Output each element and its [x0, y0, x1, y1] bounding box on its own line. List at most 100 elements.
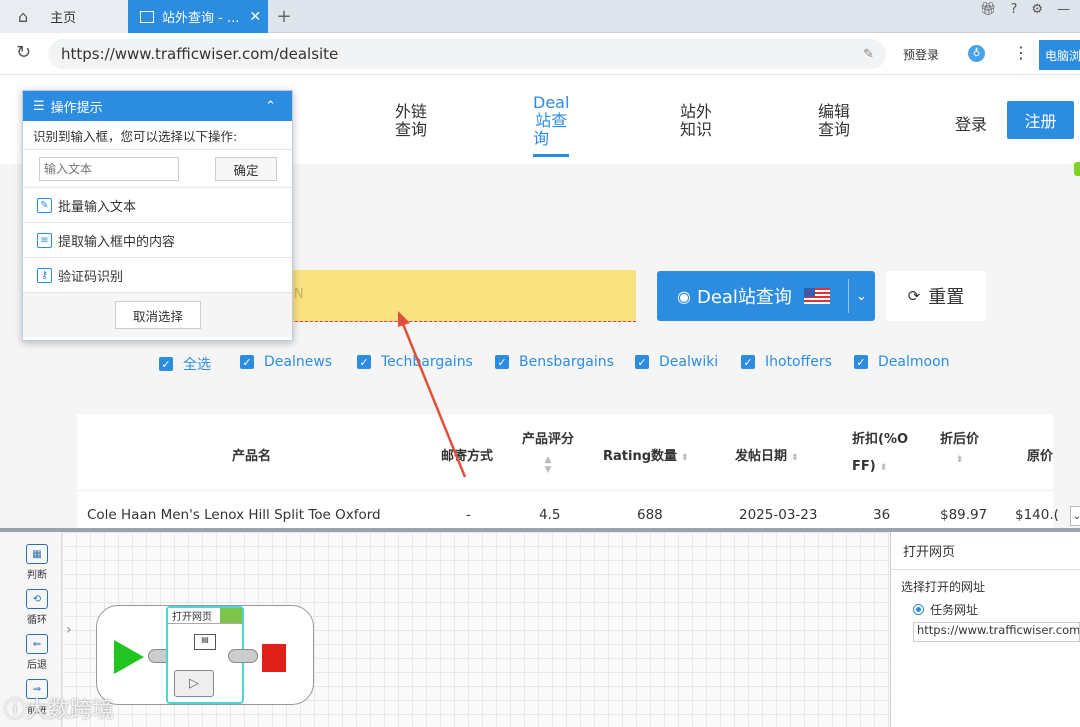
filter-checkbox-dealwiki[interactable]: ✓ Dealwiki — [635, 354, 718, 370]
check-icon: ✓ — [495, 355, 509, 369]
col-product-name[interactable]: 产品名 — [232, 445, 271, 464]
edit-icon: ✎ — [37, 197, 52, 213]
nav-link-offsite-knowledge[interactable]: 站外 知识 — [680, 103, 712, 139]
green-edge-marker — [1074, 162, 1080, 176]
browser-node-icon: ▤ — [194, 634, 216, 650]
reload-icon[interactable]: ↻ — [16, 42, 31, 63]
header-divider — [77, 490, 1053, 491]
deal-search-button[interactable]: ◉ Deal站查询 ⌄ — [657, 271, 875, 321]
tab-home[interactable]: ⌂ 主页 — [0, 0, 128, 33]
props-url-input[interactable]: https://www.trafficwiser.com/de — [913, 622, 1080, 642]
operation-hint-popup: ☰ 操作提示 ⌃ 识别到输入框，您可以选择以下操作: 确定 ✎ 批量输入文本 ≡ 提… — [22, 90, 293, 341]
cell-product-name[interactable]: Cole Haan Men's Lenox Hill Split Toe Oxf… — [87, 507, 381, 523]
start-node[interactable] — [114, 640, 144, 674]
batch-text-input[interactable] — [39, 157, 179, 181]
properties-panel: 打开网页 选择打开的网址 任务网址 https://www.trafficwis… — [890, 532, 1080, 727]
tool-label: 循环 — [27, 615, 47, 626]
filter-label: Ihotoffers — [765, 354, 832, 370]
scroll-down-icon[interactable]: ⌄ — [1070, 506, 1080, 526]
popup-action-extract-content[interactable]: ≡ 提取输入框中的内容 — [23, 222, 292, 257]
more-menu-icon[interactable]: ⋮ — [1013, 43, 1029, 62]
edit-icon[interactable]: ✎ — [863, 47, 874, 62]
expand-arrow-icon[interactable]: › — [66, 622, 72, 638]
new-tab-button[interactable]: + — [272, 0, 296, 33]
task-url-radio[interactable]: 任务网址 — [891, 595, 1080, 618]
tab-home-label: 主页 — [50, 11, 77, 26]
filter-checkbox-ihotoffers[interactable]: ✓ Ihotoffers — [741, 354, 832, 370]
user-icon[interactable]: ♁ — [968, 45, 985, 62]
confirm-button[interactable]: 确定 — [215, 157, 277, 181]
popup-action-batch-input[interactable]: ✎ 批量输入文本 — [23, 187, 292, 222]
browser-tab-bar: ⌂ 主页 站外查询 - ... ✕ + 🎁︎ ? ⚙ — — [0, 0, 1080, 33]
chevron-down-icon[interactable]: ⌄ — [856, 289, 867, 304]
cell-rating: 4.5 — [539, 507, 561, 523]
login-link[interactable]: 登录 — [955, 111, 987, 135]
nav-label: 编辑 — [818, 102, 851, 121]
nav-label: 站查 — [535, 111, 568, 130]
tool-label: 后退 — [27, 660, 47, 671]
popup-title: 操作提示 — [50, 100, 103, 116]
stop-node[interactable] — [262, 644, 286, 672]
col-label: 折扣(%O — [852, 432, 909, 447]
collapse-icon[interactable]: ⌃ — [265, 99, 276, 114]
sort-icon: ⬍ — [791, 453, 799, 463]
divider — [847, 279, 849, 313]
pc-browser-button[interactable]: 电脑浏 — [1039, 40, 1080, 70]
nav-label: 外链 — [395, 102, 428, 121]
results-table: 产品名 邮寄方式 产品评分 ▲ ▼ Rating数量 ⬍ 发帖日期 ⬍ 折扣(%O F… — [77, 414, 1059, 528]
tool-back[interactable]: ⇐ 后退 — [24, 634, 50, 671]
nav-link-deal-site[interactable]: Deal 站查 询 — [533, 94, 569, 157]
cancel-selection-button[interactable]: 取消选择 — [115, 301, 201, 329]
filter-checkbox-dealnews[interactable]: ✓ Dealnews — [240, 354, 332, 370]
play-node-icon[interactable]: ▷ — [174, 670, 214, 697]
prelogin-button[interactable]: 预登录 — [903, 46, 939, 63]
col-discount[interactable]: 折扣(%O FF) ⬍ — [852, 428, 908, 474]
help-icon[interactable]: ? — [1010, 2, 1017, 17]
register-button[interactable]: 注册 — [1007, 101, 1074, 139]
extract-icon: ≡ — [37, 232, 52, 248]
reset-button[interactable]: ⟳ 重置 — [886, 271, 986, 321]
col-original-price[interactable]: 原价 — [1027, 445, 1053, 464]
col-post-date[interactable]: 发帖日期 ⬍ — [735, 445, 799, 464]
col-label: 发帖日期 — [735, 449, 788, 464]
check-icon: ✓ — [635, 355, 649, 369]
nav-link-backlinks[interactable]: 外链 查询 — [395, 103, 427, 139]
gear-icon[interactable]: ⚙ — [1031, 2, 1043, 17]
sort-icon: ⬍ — [955, 455, 964, 465]
node-title: 打开网页 — [168, 608, 242, 624]
radio-icon — [913, 604, 924, 615]
minimize-icon[interactable]: — — [1057, 2, 1070, 17]
url-input[interactable]: https://www.trafficwiser.com/dealsite ✎ — [48, 39, 886, 69]
check-icon: ✓ — [357, 355, 371, 369]
cell-original-price: $140.( — [1015, 507, 1059, 523]
col-sale-price[interactable]: 折后价 ⬍ — [940, 428, 979, 465]
popup-action-captcha[interactable]: ⚷ 验证码识别 — [23, 257, 292, 292]
gift-icon[interactable]: 🎁︎ — [980, 2, 997, 17]
search-button-label: Deal站查询 — [696, 287, 792, 308]
filter-label: Dealmoon — [878, 354, 950, 370]
cell-post-date: 2025-03-23 — [739, 507, 818, 523]
col-rating[interactable]: 产品评分 ▲ ▼ — [522, 428, 574, 475]
tool-loop[interactable]: ⟲ 循环 — [24, 589, 50, 626]
flow-canvas[interactable]: › 打开网页 ▤ ▷ — [62, 532, 890, 727]
reset-label: 重置 — [928, 287, 965, 308]
filter-label: Bensbargains — [519, 354, 614, 370]
tab-active-label: 站外查询 - ... — [162, 11, 240, 26]
check-icon: ✓ — [159, 357, 173, 371]
close-tab-icon[interactable]: ✕ — [249, 9, 261, 25]
col-label: 折后价 — [940, 432, 980, 447]
tool-condition[interactable]: ▦ 判断 — [24, 544, 50, 581]
key-icon: ⚷ — [37, 267, 52, 283]
filter-checkbox-dealmoon[interactable]: ✓ Dealmoon — [854, 354, 950, 370]
us-flag-icon — [803, 288, 830, 304]
tab-active[interactable]: 站外查询 - ... ✕ — [128, 0, 268, 33]
workflow-designer: ▦ 判断 ⟲ 循环 ⇐ 后退 ⇒ 前进 › 打开网页 ▤ ▷ 打开网页 选择打开的网址 … — [0, 528, 1080, 727]
popup-hint: 识别到输入框，您可以选择以下操作: — [33, 128, 238, 144]
nav-link-editor-query[interactable]: 编辑 查询 — [818, 103, 850, 139]
popup-header: ☰ 操作提示 ⌃ — [23, 91, 292, 121]
pointer-arrow — [398, 311, 467, 478]
watermark: ⓘ大数跨境 — [4, 692, 114, 724]
filter-checkbox-all[interactable]: ✓ 全选 — [159, 354, 211, 374]
filter-checkbox-bensbargains[interactable]: ✓ Bensbargains — [495, 354, 614, 370]
col-rating-count[interactable]: Rating数量 ⬍ — [603, 445, 689, 464]
